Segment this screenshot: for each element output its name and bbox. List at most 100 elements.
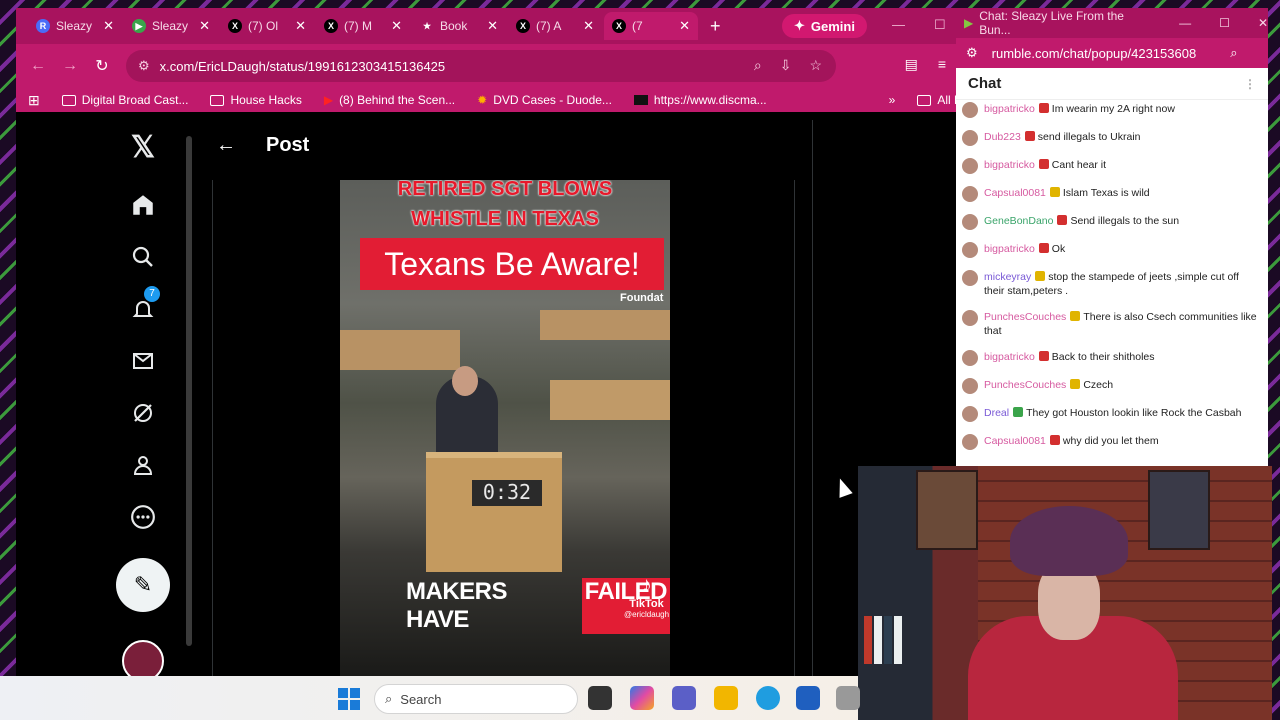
chat-address-bar[interactable]: ⚙ rumble.com/chat/popup/423153608 ⌕ [956, 38, 1268, 68]
bookmark-item[interactable]: ▶ (8) Behind the Scen... [324, 93, 455, 107]
chat-text: Islam Texas is wild [1062, 187, 1150, 199]
site-info-icon[interactable]: ⚙ [966, 45, 978, 61]
user-avatar[interactable] [962, 214, 978, 230]
tab-close-icon[interactable]: ✕ [679, 18, 690, 34]
chat-username[interactable]: Dreal [984, 407, 1009, 419]
tab-close-icon[interactable]: ✕ [583, 18, 594, 34]
chat-username[interactable]: bigpatricko [984, 159, 1035, 171]
tab-close-icon[interactable]: ✕ [391, 18, 402, 34]
rant-badge-icon [1070, 379, 1081, 389]
video-banner: Texans Be Aware! [360, 238, 664, 290]
user-avatar[interactable] [962, 242, 978, 258]
sidebar-scrollbar[interactable] [186, 136, 192, 646]
user-avatar[interactable] [962, 350, 978, 366]
tab-close-icon[interactable]: ✕ [487, 18, 498, 34]
user-avatar[interactable] [962, 130, 978, 146]
install-icon[interactable]: ⇩ [780, 57, 792, 74]
bookmark-item[interactable]: ✹ DVD Cases - Duode... [477, 93, 612, 107]
tiktok-handle: @ericldaugh [624, 610, 670, 619]
taskbar-search[interactable]: ⌕ Search [374, 684, 578, 714]
chat-username[interactable]: GeneBonDano [984, 215, 1053, 227]
new-tab-icon[interactable]: + [700, 16, 731, 37]
chat-username[interactable]: Capsual0081 [984, 187, 1046, 199]
tab-favicon-icon: X [516, 19, 530, 33]
chat-message-list[interactable]: bigpatricko Im wearin my 2A right now Dub2… [956, 100, 1268, 450]
edge-icon[interactable] [756, 686, 780, 710]
browser-tab[interactable]: R Sleazy ✕ [28, 12, 122, 40]
browser-tab[interactable]: X (7) A ✕ [508, 12, 602, 40]
close-icon[interactable]: ✕ [1258, 16, 1268, 30]
user-avatar[interactable] [962, 102, 978, 118]
address-bar[interactable]: ⚙ x.com/EricLDaugh/status/19916123034151… [126, 50, 836, 82]
forward-icon[interactable]: → [54, 57, 86, 75]
grok-icon[interactable] [128, 398, 158, 428]
home-icon[interactable] [128, 190, 158, 220]
store-icon[interactable] [796, 686, 820, 710]
app-icon[interactable] [836, 686, 860, 710]
chat-username[interactable]: Capsual0081 [984, 435, 1046, 447]
search-icon[interactable] [128, 242, 158, 272]
user-avatar[interactable] [962, 270, 978, 286]
user-avatar[interactable] [962, 434, 978, 450]
user-avatar[interactable] [962, 406, 978, 422]
copilot-icon[interactable] [630, 686, 654, 710]
gemini-button[interactable]: ✦ Gemini [782, 14, 867, 38]
chat-username[interactable]: bigpatricko [984, 351, 1035, 363]
chat-username[interactable]: PunchesCouches [984, 379, 1066, 391]
more-bookmarks-icon[interactable]: » [889, 93, 896, 107]
minimize-icon[interactable]: — [892, 17, 905, 32]
back-icon[interactable]: ← [22, 57, 54, 75]
bookmark-star-icon[interactable]: ☆ [809, 57, 822, 74]
browser-tab[interactable]: X (7) M ✕ [316, 12, 410, 40]
task-view-icon[interactable] [588, 686, 612, 710]
back-arrow-icon[interactable]: ← [216, 134, 236, 157]
desk [340, 330, 460, 370]
user-avatar[interactable] [962, 310, 978, 326]
zoom-icon[interactable]: ⌕ [754, 57, 762, 74]
site-info-icon[interactable]: ⚙ [138, 58, 150, 74]
bookmark-item[interactable]: All Boo [917, 93, 956, 107]
chat-menu-icon[interactable]: ⋮ [1244, 77, 1256, 91]
minimize-icon[interactable]: — [1179, 16, 1191, 30]
browser-tab[interactable]: X (7 ✕ [604, 12, 698, 40]
user-avatar[interactable] [962, 158, 978, 174]
bookmark-item[interactable]: House Hacks [210, 93, 302, 107]
tab-close-icon[interactable]: ✕ [199, 18, 210, 34]
chat-username[interactable]: bigpatricko [984, 243, 1035, 255]
video-player[interactable]: 0:32 RETIRED SGT BLOWS WHISTLE IN TEXAS … [340, 180, 670, 676]
post-header: ← Post [216, 134, 309, 157]
tab-label: (7) Ol [248, 19, 278, 33]
chat-username[interactable]: PunchesCouches [984, 311, 1066, 323]
messages-icon[interactable] [128, 346, 158, 376]
browser-tab[interactable]: ▶ Sleazy ✕ [124, 12, 218, 40]
side-panel-icon[interactable]: ▤ [905, 56, 918, 73]
avatar[interactable] [122, 640, 164, 676]
x-logo-icon[interactable]: 𝕏 [128, 131, 158, 164]
tab-close-icon[interactable]: ✕ [295, 18, 306, 34]
maximize-icon[interactable]: ☐ [934, 17, 946, 33]
divider [794, 180, 795, 676]
media-icon[interactable]: ≡ [938, 56, 946, 73]
apps-icon[interactable]: ⊞ [28, 92, 40, 109]
chat-username[interactable]: mickeyray [984, 271, 1031, 283]
file-explorer-icon[interactable] [714, 686, 738, 710]
more-icon[interactable] [128, 502, 158, 532]
compose-post-icon[interactable]: ✎ [116, 558, 170, 612]
chat-username[interactable]: Dub223 [984, 131, 1021, 143]
bookmark-item[interactable]: Digital Broad Cast... [61, 93, 188, 107]
tab-close-icon[interactable]: ✕ [103, 18, 114, 34]
maximize-icon[interactable]: ☐ [1219, 16, 1230, 30]
teams-icon[interactable] [672, 686, 696, 710]
profile-icon[interactable] [128, 450, 158, 480]
notifications-icon[interactable]: 7 [128, 286, 160, 324]
zoom-icon[interactable]: ⌕ [1230, 45, 1237, 61]
chat-username[interactable]: bigpatricko [984, 103, 1035, 115]
reload-icon[interactable]: ↻ [86, 56, 118, 76]
browser-tab[interactable]: ★ Book ✕ [412, 12, 506, 40]
windows-start-icon[interactable] [338, 688, 360, 710]
bookmark-item[interactable]: https://www.discma... [633, 93, 767, 107]
browser-tab[interactable]: X (7) Ol ✕ [220, 12, 314, 40]
user-avatar[interactable] [962, 378, 978, 394]
url-text: x.com/EricLDaugh/status/1991612303415136… [159, 58, 446, 74]
user-avatar[interactable] [962, 186, 978, 202]
